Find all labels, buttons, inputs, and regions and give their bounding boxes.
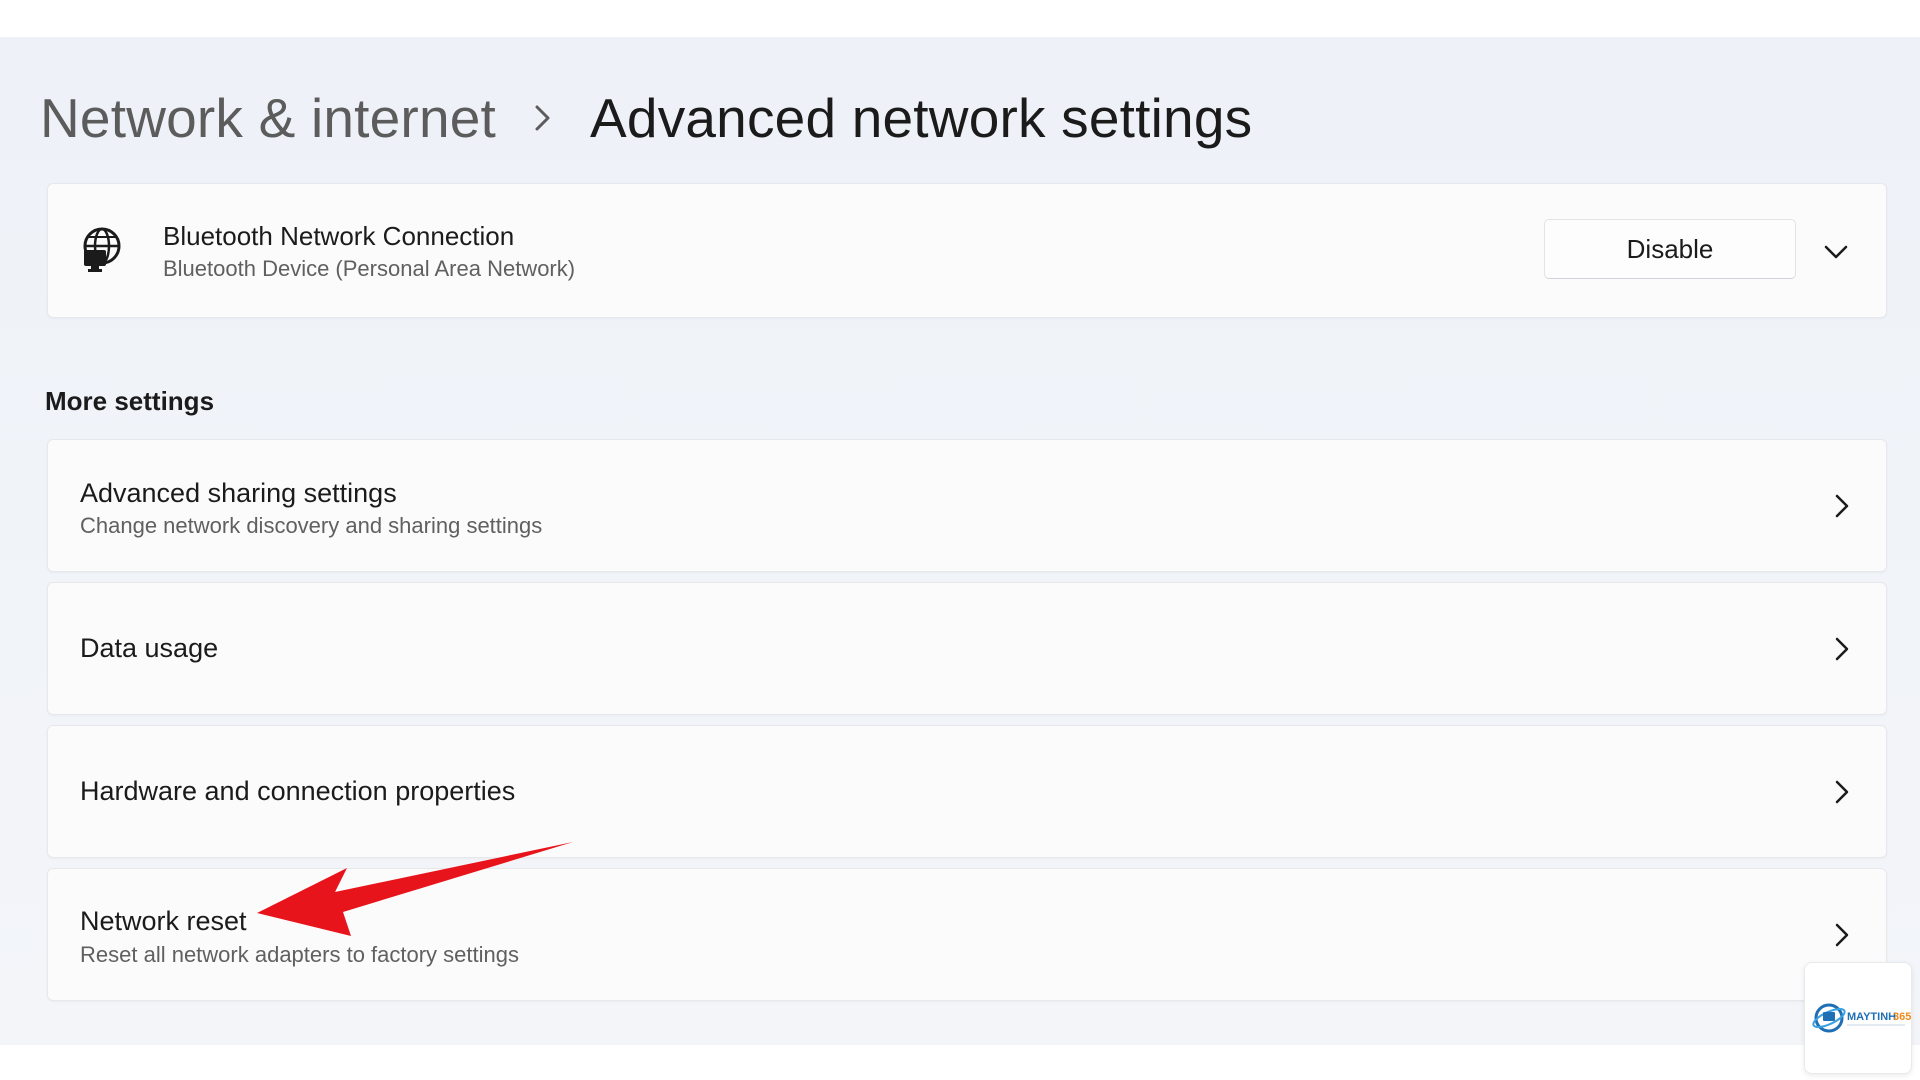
row-title: Data usage bbox=[80, 633, 219, 663]
settings-window: Network & internet Advanced network sett… bbox=[0, 37, 1920, 1045]
chevron-down-icon[interactable] bbox=[1818, 234, 1854, 270]
row-title: Advanced sharing settings bbox=[80, 478, 397, 508]
red-arrow-icon bbox=[257, 842, 573, 936]
chevron-right-icon bbox=[1835, 494, 1849, 518]
adapter-title: Bluetooth Network Connection bbox=[163, 221, 515, 251]
maytinh365-logo-icon: MAYTINH 365 bbox=[1812, 1003, 1911, 1033]
row-subtitle: Reset all network adapters to factory se… bbox=[80, 942, 519, 967]
disable-button[interactable]: Disable bbox=[1544, 219, 1796, 279]
settings-row-data-usage[interactable]: Data usage bbox=[47, 582, 1887, 715]
svg-text:MAYTINH: MAYTINH bbox=[1847, 1011, 1896, 1023]
chevron-right-icon bbox=[532, 101, 554, 135]
chevron-right-icon bbox=[1835, 923, 1849, 947]
watermark-logo: MAYTINH 365 bbox=[1804, 962, 1912, 1074]
breadcrumb: Network & internet Advanced network sett… bbox=[40, 78, 1252, 158]
section-heading-more-settings: More settings bbox=[45, 386, 215, 416]
svg-text:365: 365 bbox=[1893, 1011, 1911, 1023]
settings-row-hardware-properties[interactable]: Hardware and connection properties bbox=[47, 725, 1887, 858]
adapter-card-bluetooth[interactable]: Bluetooth Network Connection Bluetooth D… bbox=[47, 183, 1887, 318]
row-title: Hardware and connection properties bbox=[80, 776, 516, 806]
chevron-right-icon bbox=[1835, 637, 1849, 661]
breadcrumb-parent-network-internet[interactable]: Network & internet bbox=[40, 86, 496, 150]
globe-monitor-icon bbox=[83, 227, 121, 272]
row-title: Network reset bbox=[80, 906, 247, 936]
settings-row-advanced-sharing[interactable]: Advanced sharing settings Change network… bbox=[47, 439, 1887, 572]
page-title: Advanced network settings bbox=[590, 87, 1253, 149]
adapter-subtitle: Bluetooth Device (Personal Area Network) bbox=[163, 256, 576, 281]
row-subtitle: Change network discovery and sharing set… bbox=[80, 513, 543, 538]
chevron-right-icon bbox=[1835, 780, 1849, 804]
